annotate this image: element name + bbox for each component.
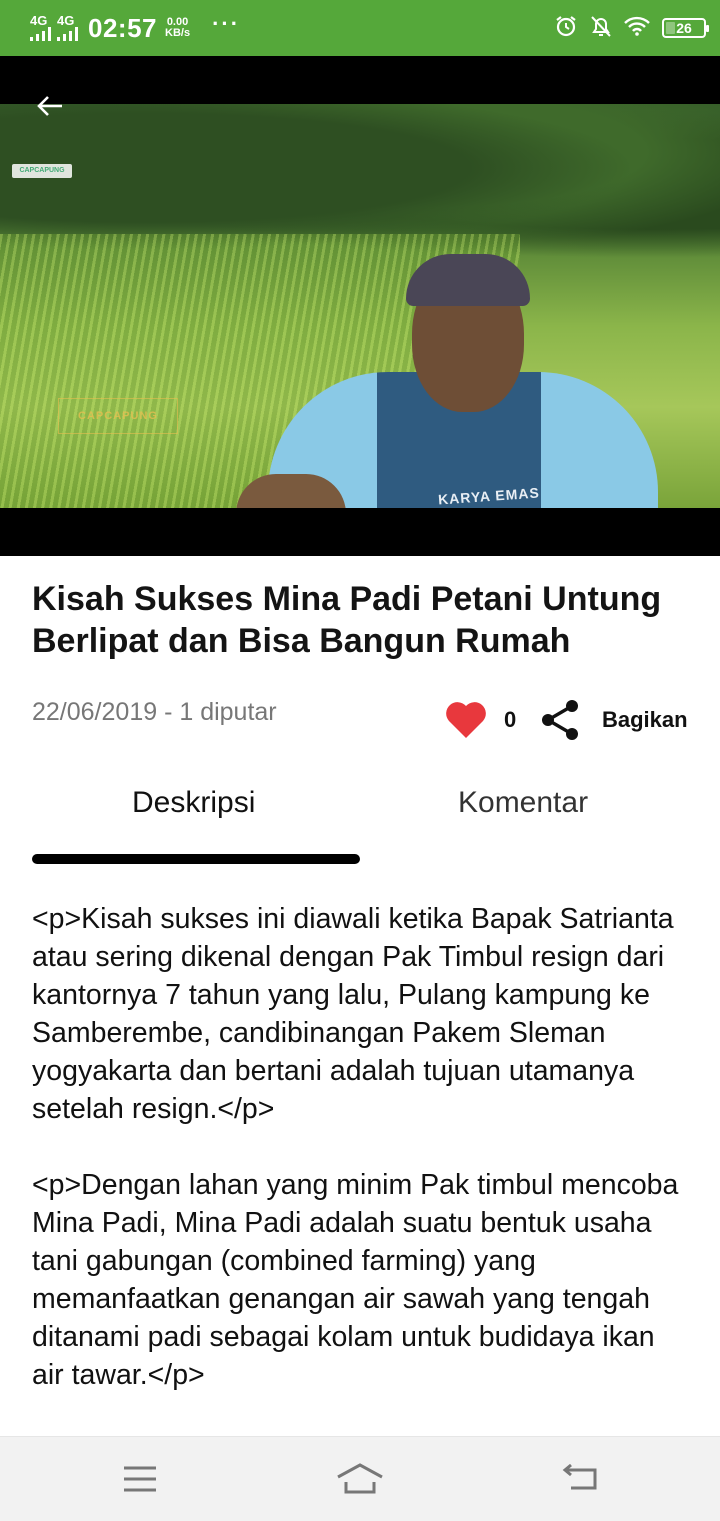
- alarm-icon: [554, 14, 578, 43]
- bell-off-icon: [590, 14, 612, 43]
- back-button[interactable]: [36, 94, 76, 124]
- video-person-cap: [406, 254, 530, 306]
- more-notifications-icon: ···: [212, 11, 241, 36]
- arrow-left-icon: [37, 96, 62, 116]
- share-icon: [542, 700, 578, 740]
- video-thumbnail[interactable]: KARYA EMAS CAPCAPUNG CAPCAPUNG: [0, 104, 720, 508]
- speed-unit: KB/s: [165, 27, 191, 39]
- network-type-label: 4G: [30, 13, 48, 28]
- description-paragraph: <p>Dengan lahan yang minim Pak timbul me…: [32, 1169, 679, 1391]
- battery-level-fill: [666, 22, 676, 34]
- share-button[interactable]: Bagikan: [540, 698, 688, 742]
- tab-comments[interactable]: Komentar: [458, 786, 588, 820]
- video-title: Kisah Sukses Mina Padi Petani Untung Ber…: [32, 580, 662, 660]
- description-content: <p>Kisah sukses ini diawali ketika Bapak…: [32, 900, 692, 1436]
- signal-bars-icon: [57, 27, 78, 41]
- network-type-label: 4G: [57, 13, 75, 28]
- video-meta: 22/06/2019 - 1 diputar: [32, 698, 277, 726]
- signal-1: 4G: [30, 13, 51, 41]
- heart-icon: [446, 702, 486, 738]
- like-count: 0: [504, 707, 517, 732]
- signal-bars-icon: [30, 27, 51, 41]
- battery-icon: 26: [662, 18, 709, 38]
- like-button[interactable]: 0: [444, 700, 516, 740]
- video-watermark: CAPCAPUNG: [58, 398, 178, 434]
- channel-logo: CAPCAPUNG: [12, 164, 72, 178]
- menu-icon: [124, 1466, 156, 1492]
- recent-apps-button[interactable]: [110, 1457, 170, 1501]
- network-speed: 0.00 KB/s: [165, 17, 190, 39]
- system-nav-bar: [0, 1436, 720, 1521]
- home-icon: [337, 1463, 383, 1494]
- video-player[interactable]: KARYA EMAS CAPCAPUNG CAPCAPUNG: [0, 56, 720, 556]
- tab-indicator: [32, 854, 360, 864]
- system-back-button[interactable]: [550, 1457, 610, 1501]
- share-label: Bagikan: [602, 707, 688, 732]
- back-icon: [562, 1464, 597, 1490]
- status-bar: 4G 4G 02:57 0.00 KB/s ··· 26: [0, 0, 720, 56]
- clock: 02:57: [88, 12, 157, 43]
- wifi-icon: [624, 16, 650, 41]
- tab-description[interactable]: Deskripsi: [132, 786, 255, 820]
- description-paragraph: <p>Kisah sukses ini diawali ketika Bapak…: [32, 903, 674, 1125]
- battery-percent: 26: [676, 20, 692, 36]
- home-button[interactable]: [330, 1457, 390, 1501]
- signal-2: 4G: [57, 13, 78, 41]
